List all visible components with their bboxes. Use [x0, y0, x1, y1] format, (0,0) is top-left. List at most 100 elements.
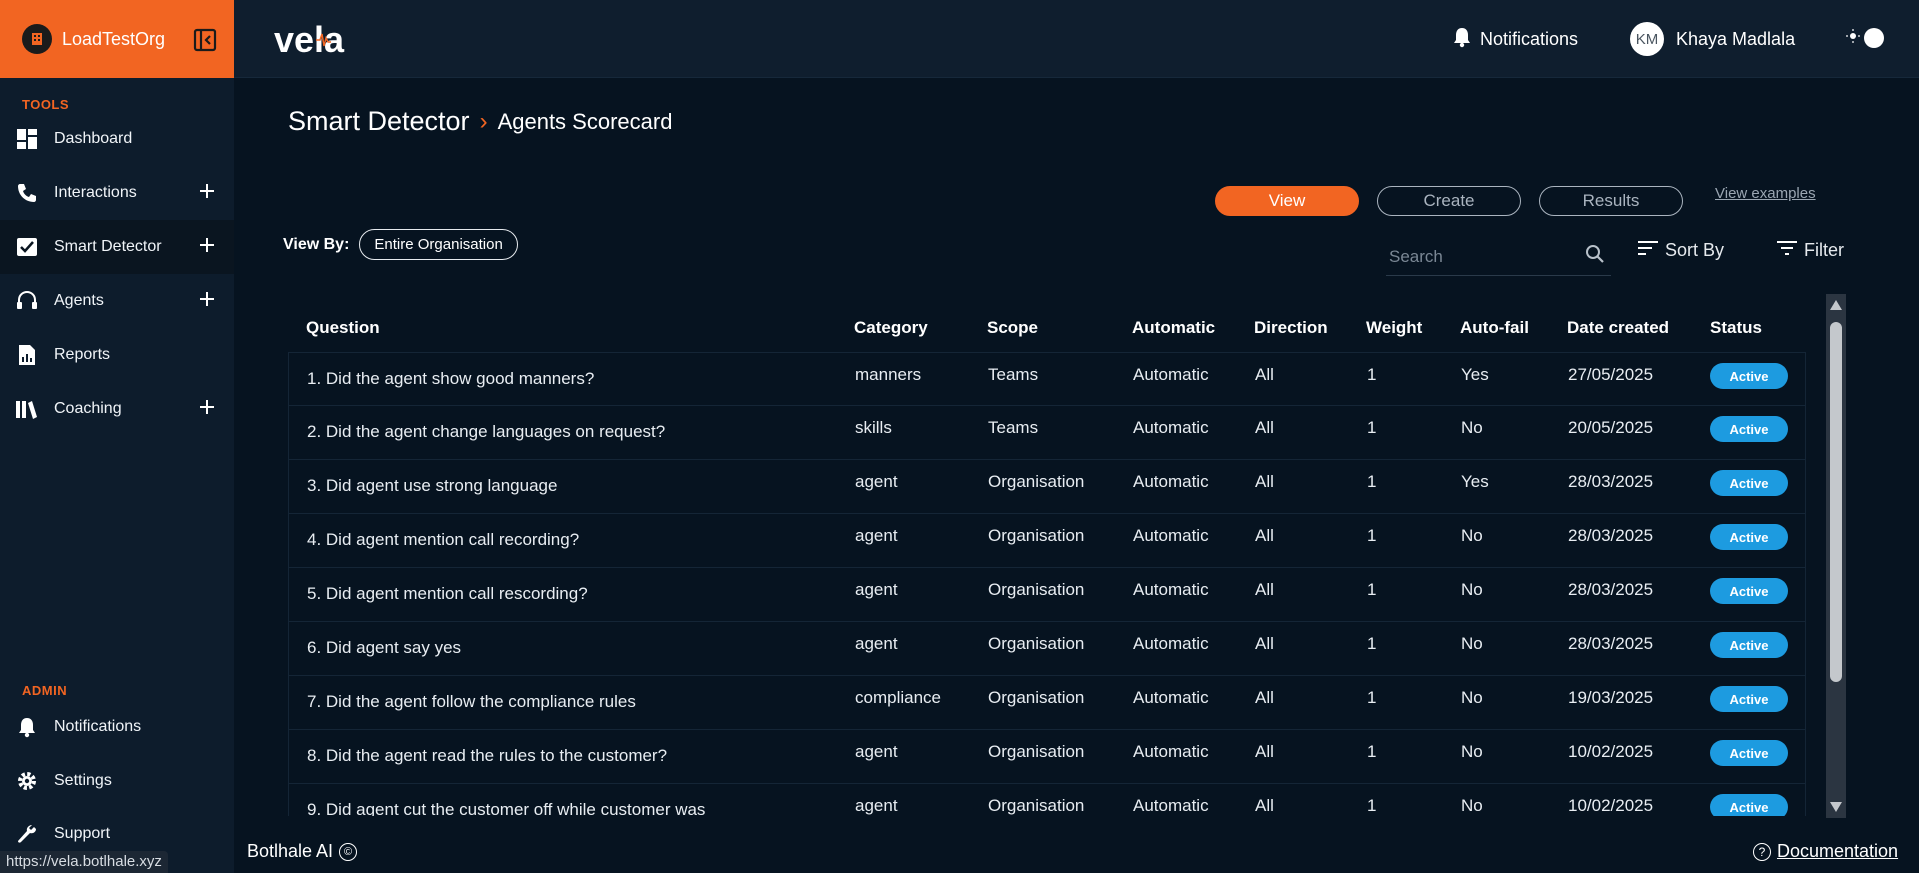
status-badge[interactable]: Active: [1710, 470, 1788, 496]
status-badge[interactable]: Active: [1710, 794, 1788, 816]
table-row[interactable]: 3. Did agent use strong language agent Org…: [288, 460, 1806, 514]
filter-label: Filter: [1804, 240, 1844, 260]
table-row[interactable]: 1. Did the agent show good manners? manne…: [288, 352, 1806, 406]
cell-weight: 1: [1367, 580, 1377, 599]
sidebar-item-label: Settings: [54, 772, 112, 789]
footer-brand-name: Botlhale AI: [247, 841, 334, 861]
cell-category: compliance: [855, 688, 941, 707]
tab-results[interactable]: Results: [1539, 186, 1683, 216]
status-badge[interactable]: Active: [1710, 524, 1788, 550]
table-row[interactable]: 4. Did agent mention call recording? agen…: [288, 514, 1806, 568]
column-header-automatic[interactable]: Automatic: [1132, 318, 1215, 338]
sidebar-item-label: Support: [54, 825, 111, 842]
sidebar-item-coaching[interactable]: Coaching: [0, 382, 234, 436]
view-examples-link[interactable]: View examples: [1715, 185, 1816, 202]
cell-question: 4. Did agent mention call recording?: [307, 530, 580, 549]
sidebar-item-agents[interactable]: Agents: [0, 274, 234, 328]
bell-icon: [14, 714, 40, 740]
table-row[interactable]: 6. Did agent say yes agent Organisation Aut…: [288, 622, 1806, 676]
scroll-thumb[interactable]: [1830, 322, 1842, 682]
collapse-sidebar-icon[interactable]: [193, 28, 217, 52]
sort-button[interactable]: Sort By: [1637, 240, 1724, 261]
sidebar-item-interactions[interactable]: Interactions: [0, 166, 234, 220]
tab-view[interactable]: View: [1215, 186, 1359, 216]
column-header-status[interactable]: Status: [1710, 318, 1762, 338]
bell-icon: [1452, 26, 1472, 53]
scorecard-table: Question Category Scope Automatic Direct…: [288, 300, 1806, 816]
documentation-label: Documentation: [1777, 841, 1899, 861]
sidebar-item-dashboard[interactable]: Dashboard: [0, 112, 234, 166]
cell-category: agent: [855, 796, 898, 815]
view-by: View By: Entire Organisation: [283, 229, 518, 260]
sidebar-item-settings[interactable]: Settings: [0, 754, 234, 808]
toggle-knob: [1864, 28, 1884, 48]
status-badge[interactable]: Active: [1710, 578, 1788, 604]
tab-create[interactable]: Create: [1377, 186, 1521, 216]
filter-icon: [1776, 240, 1798, 261]
cell-date: 10/02/2025: [1568, 742, 1654, 761]
plus-icon[interactable]: [196, 180, 218, 202]
cell-direction: All: [1255, 688, 1274, 707]
status-badge[interactable]: Active: [1710, 686, 1788, 712]
status-badge[interactable]: Active: [1710, 416, 1788, 442]
table-row[interactable]: 8. Did the agent read the rules to the c…: [288, 730, 1806, 784]
column-header-scope[interactable]: Scope: [987, 318, 1038, 338]
sidebar-item-label: Reports: [54, 346, 111, 363]
footer-brand: Botlhale AI ©: [247, 841, 358, 862]
column-header-date[interactable]: Date created: [1567, 318, 1669, 338]
org-header[interactable]: LoadTestOrg: [0, 0, 234, 78]
documentation-link[interactable]: ? Documentation: [1753, 841, 1898, 862]
headset-icon: [14, 288, 40, 314]
cell-question: 2. Did the agent change languages on req…: [307, 422, 666, 441]
vela-logo[interactable]: vela: [270, 18, 390, 63]
cell-automatic: Automatic: [1133, 742, 1209, 761]
search-input[interactable]: [1386, 246, 1566, 267]
notifications-button[interactable]: Notifications: [1452, 26, 1578, 53]
status-badge[interactable]: Active: [1710, 740, 1788, 766]
plus-icon[interactable]: [196, 396, 218, 418]
cell-autofail: No: [1461, 580, 1483, 599]
cell-direction: All: [1255, 796, 1274, 815]
table-scrollbar[interactable]: [1826, 294, 1846, 818]
cell-autofail: Yes: [1461, 472, 1489, 491]
sidebar-item-smart-detector[interactable]: Smart Detector: [0, 220, 234, 274]
table-row[interactable]: 7. Did the agent follow the compliance r…: [288, 676, 1806, 730]
scroll-down-arrow-icon[interactable]: [1829, 800, 1843, 814]
column-header-autofail[interactable]: Auto-fail: [1460, 318, 1529, 338]
org-name: LoadTestOrg: [62, 28, 166, 49]
plus-icon[interactable]: [196, 234, 218, 256]
column-header-direction[interactable]: Direction: [1254, 318, 1328, 338]
sidebar-item-notifications[interactable]: Notifications: [0, 700, 234, 754]
status-badge[interactable]: Active: [1710, 632, 1788, 658]
cell-scope: Organisation: [988, 688, 1085, 707]
cell-automatic: Automatic: [1133, 365, 1209, 384]
filter-button[interactable]: Filter: [1776, 240, 1844, 261]
plus-icon[interactable]: [196, 288, 218, 310]
theme-toggle[interactable]: [1846, 28, 1884, 48]
breadcrumb-main[interactable]: Smart Detector: [288, 106, 470, 137]
notifications-label: Notifications: [1480, 29, 1579, 49]
gear-icon: [14, 768, 40, 794]
cell-date: 27/05/2025: [1568, 365, 1654, 384]
sidebar-item-reports[interactable]: Reports: [0, 328, 234, 382]
cell-autofail: No: [1461, 418, 1483, 437]
column-header-weight[interactable]: Weight: [1366, 318, 1422, 338]
sun-icon: [1846, 28, 1860, 48]
scroll-up-arrow-icon[interactable]: [1829, 298, 1843, 312]
cell-scope: Organisation: [988, 796, 1085, 815]
status-badge[interactable]: Active: [1710, 363, 1788, 389]
table-row[interactable]: 9. Did agent cut the customer off while …: [288, 784, 1806, 816]
search-icon[interactable]: [1585, 244, 1605, 269]
topbar: vela Notifications KM Khaya Madlala: [234, 0, 1919, 78]
view-by-select[interactable]: Entire Organisation: [359, 229, 518, 260]
table-row[interactable]: 5. Did agent mention call rescording? age…: [288, 568, 1806, 622]
table-row[interactable]: 2. Did the agent change languages on req…: [288, 406, 1806, 460]
cell-weight: 1: [1367, 418, 1377, 437]
cell-scope: Organisation: [988, 634, 1085, 653]
column-header-category[interactable]: Category: [854, 318, 928, 338]
column-header-question[interactable]: Question: [306, 318, 380, 338]
user-menu[interactable]: KM Khaya Madlala: [1630, 22, 1795, 56]
cell-autofail: No: [1461, 634, 1483, 653]
cell-autofail: No: [1461, 742, 1483, 761]
sidebar-item-label: Interactions: [54, 184, 137, 201]
